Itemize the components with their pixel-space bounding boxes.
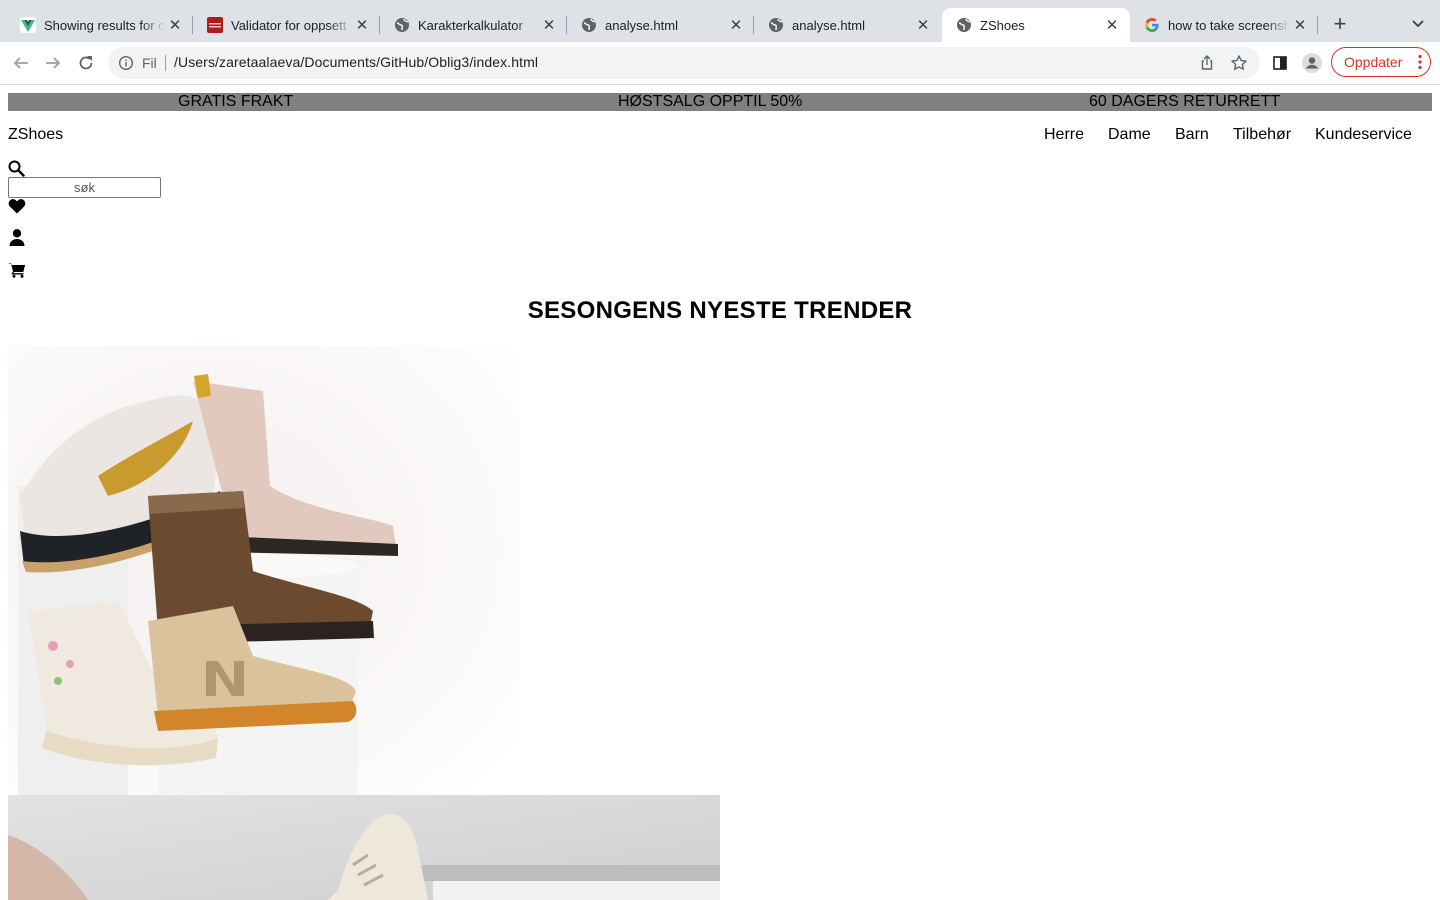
search-input[interactable] (8, 177, 161, 198)
nav-tilbehor[interactable]: Tilbehør (1233, 126, 1291, 144)
tab-analyse-1[interactable]: analyse.html ✕ (567, 8, 754, 42)
nav-barn[interactable]: Barn (1175, 126, 1209, 144)
close-icon[interactable]: ✕ (539, 15, 559, 35)
more-vert-icon (1418, 54, 1422, 70)
tab-showing-results[interactable]: Showing results for c ✕ (6, 8, 193, 42)
close-icon[interactable]: ✕ (165, 15, 185, 35)
profile-button[interactable] (1300, 51, 1324, 75)
update-button[interactable]: Oppdater (1331, 47, 1431, 77)
bookmark-star-icon[interactable] (1230, 54, 1248, 72)
tab-search-chevron-icon[interactable] (1408, 14, 1428, 34)
tab-karakterkalkulator[interactable]: Karakterkalkulator ✕ (380, 8, 567, 42)
tab-analyse-2[interactable]: analyse.html ✕ (754, 8, 941, 42)
side-panel-icon (1273, 56, 1287, 70)
close-icon[interactable]: ✕ (1102, 15, 1122, 35)
close-icon[interactable]: ✕ (913, 15, 933, 35)
user-icon[interactable] (9, 229, 25, 246)
vue-logo-icon (20, 17, 36, 33)
validator-icon (207, 17, 223, 33)
site-logo[interactable]: ZShoes (8, 126, 63, 144)
hero-image-shoes-collage[interactable] (8, 346, 520, 795)
hero-title: SESONGENS NYESTE TRENDER (527, 297, 913, 324)
browser-toolbar: Fil /Users/zaretaalaeva/Documents/GitHub… (0, 42, 1440, 85)
google-icon (1144, 17, 1160, 33)
promo-free-shipping: GRATIS FRAKT (178, 93, 294, 110)
promo-bar: GRATIS FRAKT HØSTSALG OPPTIL 50% 60 DAGE… (8, 93, 1432, 111)
tab-validator[interactable]: Validator for oppsett ✕ (193, 8, 380, 42)
sneaker-closeup-illustration (8, 795, 720, 900)
address-bar[interactable]: Fil /Users/zaretaalaeva/Documents/GitHub… (108, 47, 1260, 79)
close-icon[interactable]: ✕ (1290, 15, 1310, 35)
shoes-collage-illustration (8, 346, 520, 795)
tab-title: Karakterkalkulator (418, 17, 523, 33)
nav-kundeservice[interactable]: Kundeservice (1315, 126, 1412, 144)
globe-icon (581, 17, 597, 33)
reload-icon (79, 56, 93, 70)
reload-button[interactable] (74, 51, 98, 75)
share-icon[interactable] (1198, 54, 1216, 72)
forward-button[interactable] (41, 51, 65, 75)
tab-title: Showing results for c (44, 17, 165, 33)
info-icon[interactable] (118, 55, 134, 71)
hero-image-sneaker-closeup[interactable] (8, 795, 720, 900)
globe-icon (956, 17, 972, 33)
nav-dame[interactable]: Dame (1108, 126, 1151, 144)
tab-title: analyse.html (605, 17, 678, 33)
globe-icon (394, 17, 410, 33)
cart-icon[interactable] (8, 262, 26, 278)
scheme-chip: Fil (142, 55, 157, 71)
side-panel-button[interactable] (1268, 51, 1292, 75)
globe-icon (768, 17, 784, 33)
search-icon[interactable] (8, 160, 25, 177)
tab-title: Validator for oppsett (231, 17, 347, 33)
forward-arrow-icon (46, 57, 61, 69)
update-label: Oppdater (1344, 54, 1403, 70)
close-icon[interactable]: ✕ (726, 15, 746, 35)
url-text[interactable]: /Users/zaretaalaeva/Documents/GitHub/Obl… (174, 54, 538, 70)
back-button[interactable] (9, 51, 33, 75)
promo-returns: 60 DAGERS RETURRETT (1089, 93, 1281, 110)
back-arrow-icon (13, 57, 28, 69)
new-tab-button[interactable]: + (1328, 13, 1352, 37)
avatar-icon (1302, 53, 1322, 73)
tab-google-search[interactable]: how to take screensh ✕ (1130, 8, 1318, 42)
close-icon[interactable]: ✕ (352, 15, 372, 35)
tab-title: how to take screensh (1168, 17, 1290, 33)
chip-divider (165, 55, 166, 71)
nav-herre[interactable]: Herre (1044, 126, 1084, 144)
browser-tab-strip: Showing results for c ✕ Validator for op… (0, 0, 1440, 42)
promo-autumn-sale: HØSTSALG OPPTIL 50% (618, 93, 803, 110)
tab-title: analyse.html (792, 17, 865, 33)
tab-zshoes[interactable]: ZShoes ✕ (942, 8, 1130, 42)
heart-icon[interactable] (8, 198, 26, 214)
tab-title: ZShoes (980, 17, 1025, 33)
